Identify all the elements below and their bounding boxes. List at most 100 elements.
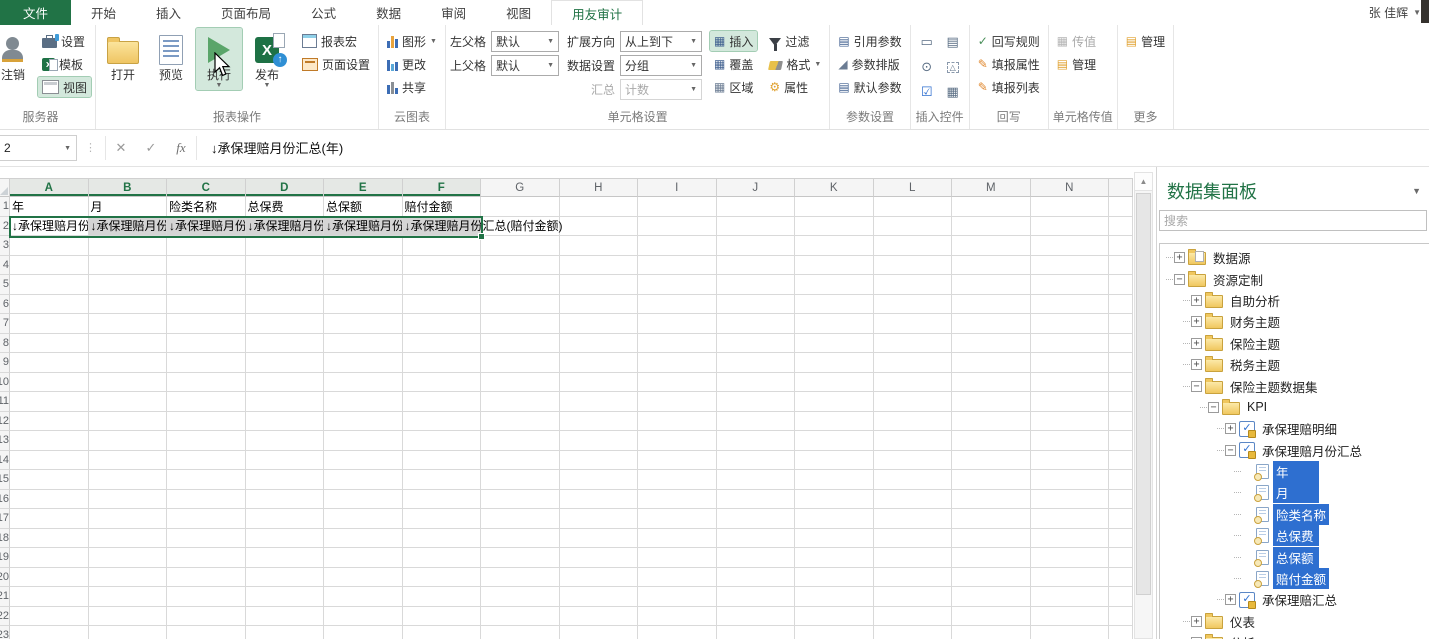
row-header-4[interactable]: 4 (0, 256, 10, 276)
cell-H16[interactable] (560, 490, 639, 510)
cell-M16[interactable] (952, 490, 1031, 510)
cell-E10[interactable] (324, 373, 403, 393)
expand-toggle-icon[interactable]: + (1191, 616, 1202, 627)
cell-J14[interactable] (717, 451, 796, 471)
cell-M8[interactable] (952, 334, 1031, 354)
search-input[interactable] (1159, 210, 1427, 231)
radio-control-icon[interactable]: ⊙ (915, 56, 939, 79)
cell-N19[interactable] (1031, 548, 1110, 568)
column-header-L[interactable]: L (874, 178, 953, 197)
execute-button[interactable]: 执行 ▼ (196, 28, 242, 90)
cell-C7[interactable] (167, 314, 246, 334)
cell-K6[interactable] (795, 295, 874, 315)
row-header-11[interactable]: 11 (0, 392, 10, 412)
cell-K21[interactable] (795, 587, 874, 607)
cell-J7[interactable] (717, 314, 796, 334)
cell-M12[interactable] (952, 412, 1031, 432)
cell-C21[interactable] (167, 587, 246, 607)
expand-toggle-icon[interactable]: + (1225, 423, 1236, 434)
expand-toggle-icon[interactable]: + (1191, 359, 1202, 370)
cell-C10[interactable] (167, 373, 246, 393)
cell-M11[interactable] (952, 392, 1031, 412)
cell-C12[interactable] (167, 412, 246, 432)
enter-icon[interactable]: ✓ (136, 140, 166, 156)
ref-param-button[interactable]: ▤引用参数 (834, 31, 905, 51)
cell-J6[interactable] (717, 295, 796, 315)
cell-D22[interactable] (246, 607, 325, 627)
cell-F10[interactable] (403, 373, 482, 393)
cell-E3[interactable] (324, 236, 403, 256)
cell-M17[interactable] (952, 509, 1031, 529)
cell-K3[interactable] (795, 236, 874, 256)
row-header-1[interactable]: 1 (0, 197, 10, 217)
tab-yonyou-audit[interactable]: 用友审计 (551, 0, 643, 25)
cell-B11[interactable] (89, 392, 168, 412)
cell-B22[interactable] (89, 607, 168, 627)
tree-item-11[interactable]: 月 (1160, 482, 1429, 503)
preview-button[interactable]: 预览 (148, 28, 194, 82)
cell-C23[interactable] (167, 626, 246, 639)
tree-item-17[interactable]: +仪表 (1160, 611, 1429, 632)
cell-J3[interactable] (717, 236, 796, 256)
cell-I21[interactable] (638, 587, 717, 607)
multiselect-control-icon[interactable]: △ (941, 56, 965, 79)
cell-I17[interactable] (638, 509, 717, 529)
cell-E20[interactable] (324, 568, 403, 588)
cell-H17[interactable] (560, 509, 639, 529)
cell-H3[interactable] (560, 236, 639, 256)
cell-M3[interactable] (952, 236, 1031, 256)
data-setting-select[interactable]: 分组▼ (620, 55, 702, 76)
tree-item-2[interactable]: +自助分析 (1160, 290, 1429, 311)
column-header-C[interactable]: C (167, 178, 246, 197)
cell-G1[interactable] (481, 197, 560, 217)
cell-H9[interactable] (560, 353, 639, 373)
cell-x1[interactable] (1109, 197, 1133, 217)
cell-L19[interactable] (874, 548, 953, 568)
tree-item-12[interactable]: 险类名称 (1160, 504, 1429, 525)
cell-J5[interactable] (717, 275, 796, 295)
cell-L6[interactable] (874, 295, 953, 315)
cell-L23[interactable] (874, 626, 953, 639)
cell-B10[interactable] (89, 373, 168, 393)
cell-G8[interactable] (481, 334, 560, 354)
cell-N18[interactable] (1031, 529, 1110, 549)
cell-M23[interactable] (952, 626, 1031, 639)
row-header-7[interactable]: 7 (0, 314, 10, 334)
cell-B2[interactable]: ↓承保理赔月份汇总(月) (89, 217, 168, 237)
cell-E4[interactable] (324, 256, 403, 276)
row-header-18[interactable]: 18 (0, 529, 10, 549)
cell-K16[interactable] (795, 490, 874, 510)
cell-E12[interactable] (324, 412, 403, 432)
cell-M4[interactable] (952, 256, 1031, 276)
expand-toggle-icon[interactable]: + (1174, 252, 1185, 263)
cell-N13[interactable] (1031, 431, 1110, 451)
cell-J18[interactable] (717, 529, 796, 549)
cell-I19[interactable] (638, 548, 717, 568)
cell-F16[interactable] (403, 490, 482, 510)
cell-C22[interactable] (167, 607, 246, 627)
cell-G6[interactable] (481, 295, 560, 315)
cell-K9[interactable] (795, 353, 874, 373)
tree-item-10[interactable]: 年 (1160, 461, 1429, 482)
cell-K10[interactable] (795, 373, 874, 393)
tab-insert[interactable]: 插入 (136, 0, 201, 25)
checkbox-control-icon[interactable]: ☑ (915, 81, 939, 104)
tree-item-16[interactable]: +✓承保理赔汇总 (1160, 589, 1429, 610)
cell-I2[interactable] (638, 217, 717, 237)
cell-G21[interactable] (481, 587, 560, 607)
row-header-22[interactable]: 22 (0, 607, 10, 627)
overwrite-button[interactable]: ▦覆盖 (710, 54, 757, 74)
cell-C20[interactable] (167, 568, 246, 588)
default-param-button[interactable]: ▤默认参数 (834, 77, 905, 97)
cell-B21[interactable] (89, 587, 168, 607)
cell-M20[interactable] (952, 568, 1031, 588)
cell-M18[interactable] (952, 529, 1031, 549)
tree-item-6[interactable]: −保险主题数据集 (1160, 375, 1429, 396)
cell-K5[interactable] (795, 275, 874, 295)
row-header-21[interactable]: 21 (0, 587, 10, 607)
cell-I18[interactable] (638, 529, 717, 549)
cell-D6[interactable] (246, 295, 325, 315)
cell-M21[interactable] (952, 587, 1031, 607)
cell-G16[interactable] (481, 490, 560, 510)
formula-bar-splitter[interactable]: ⋮ (85, 141, 97, 154)
